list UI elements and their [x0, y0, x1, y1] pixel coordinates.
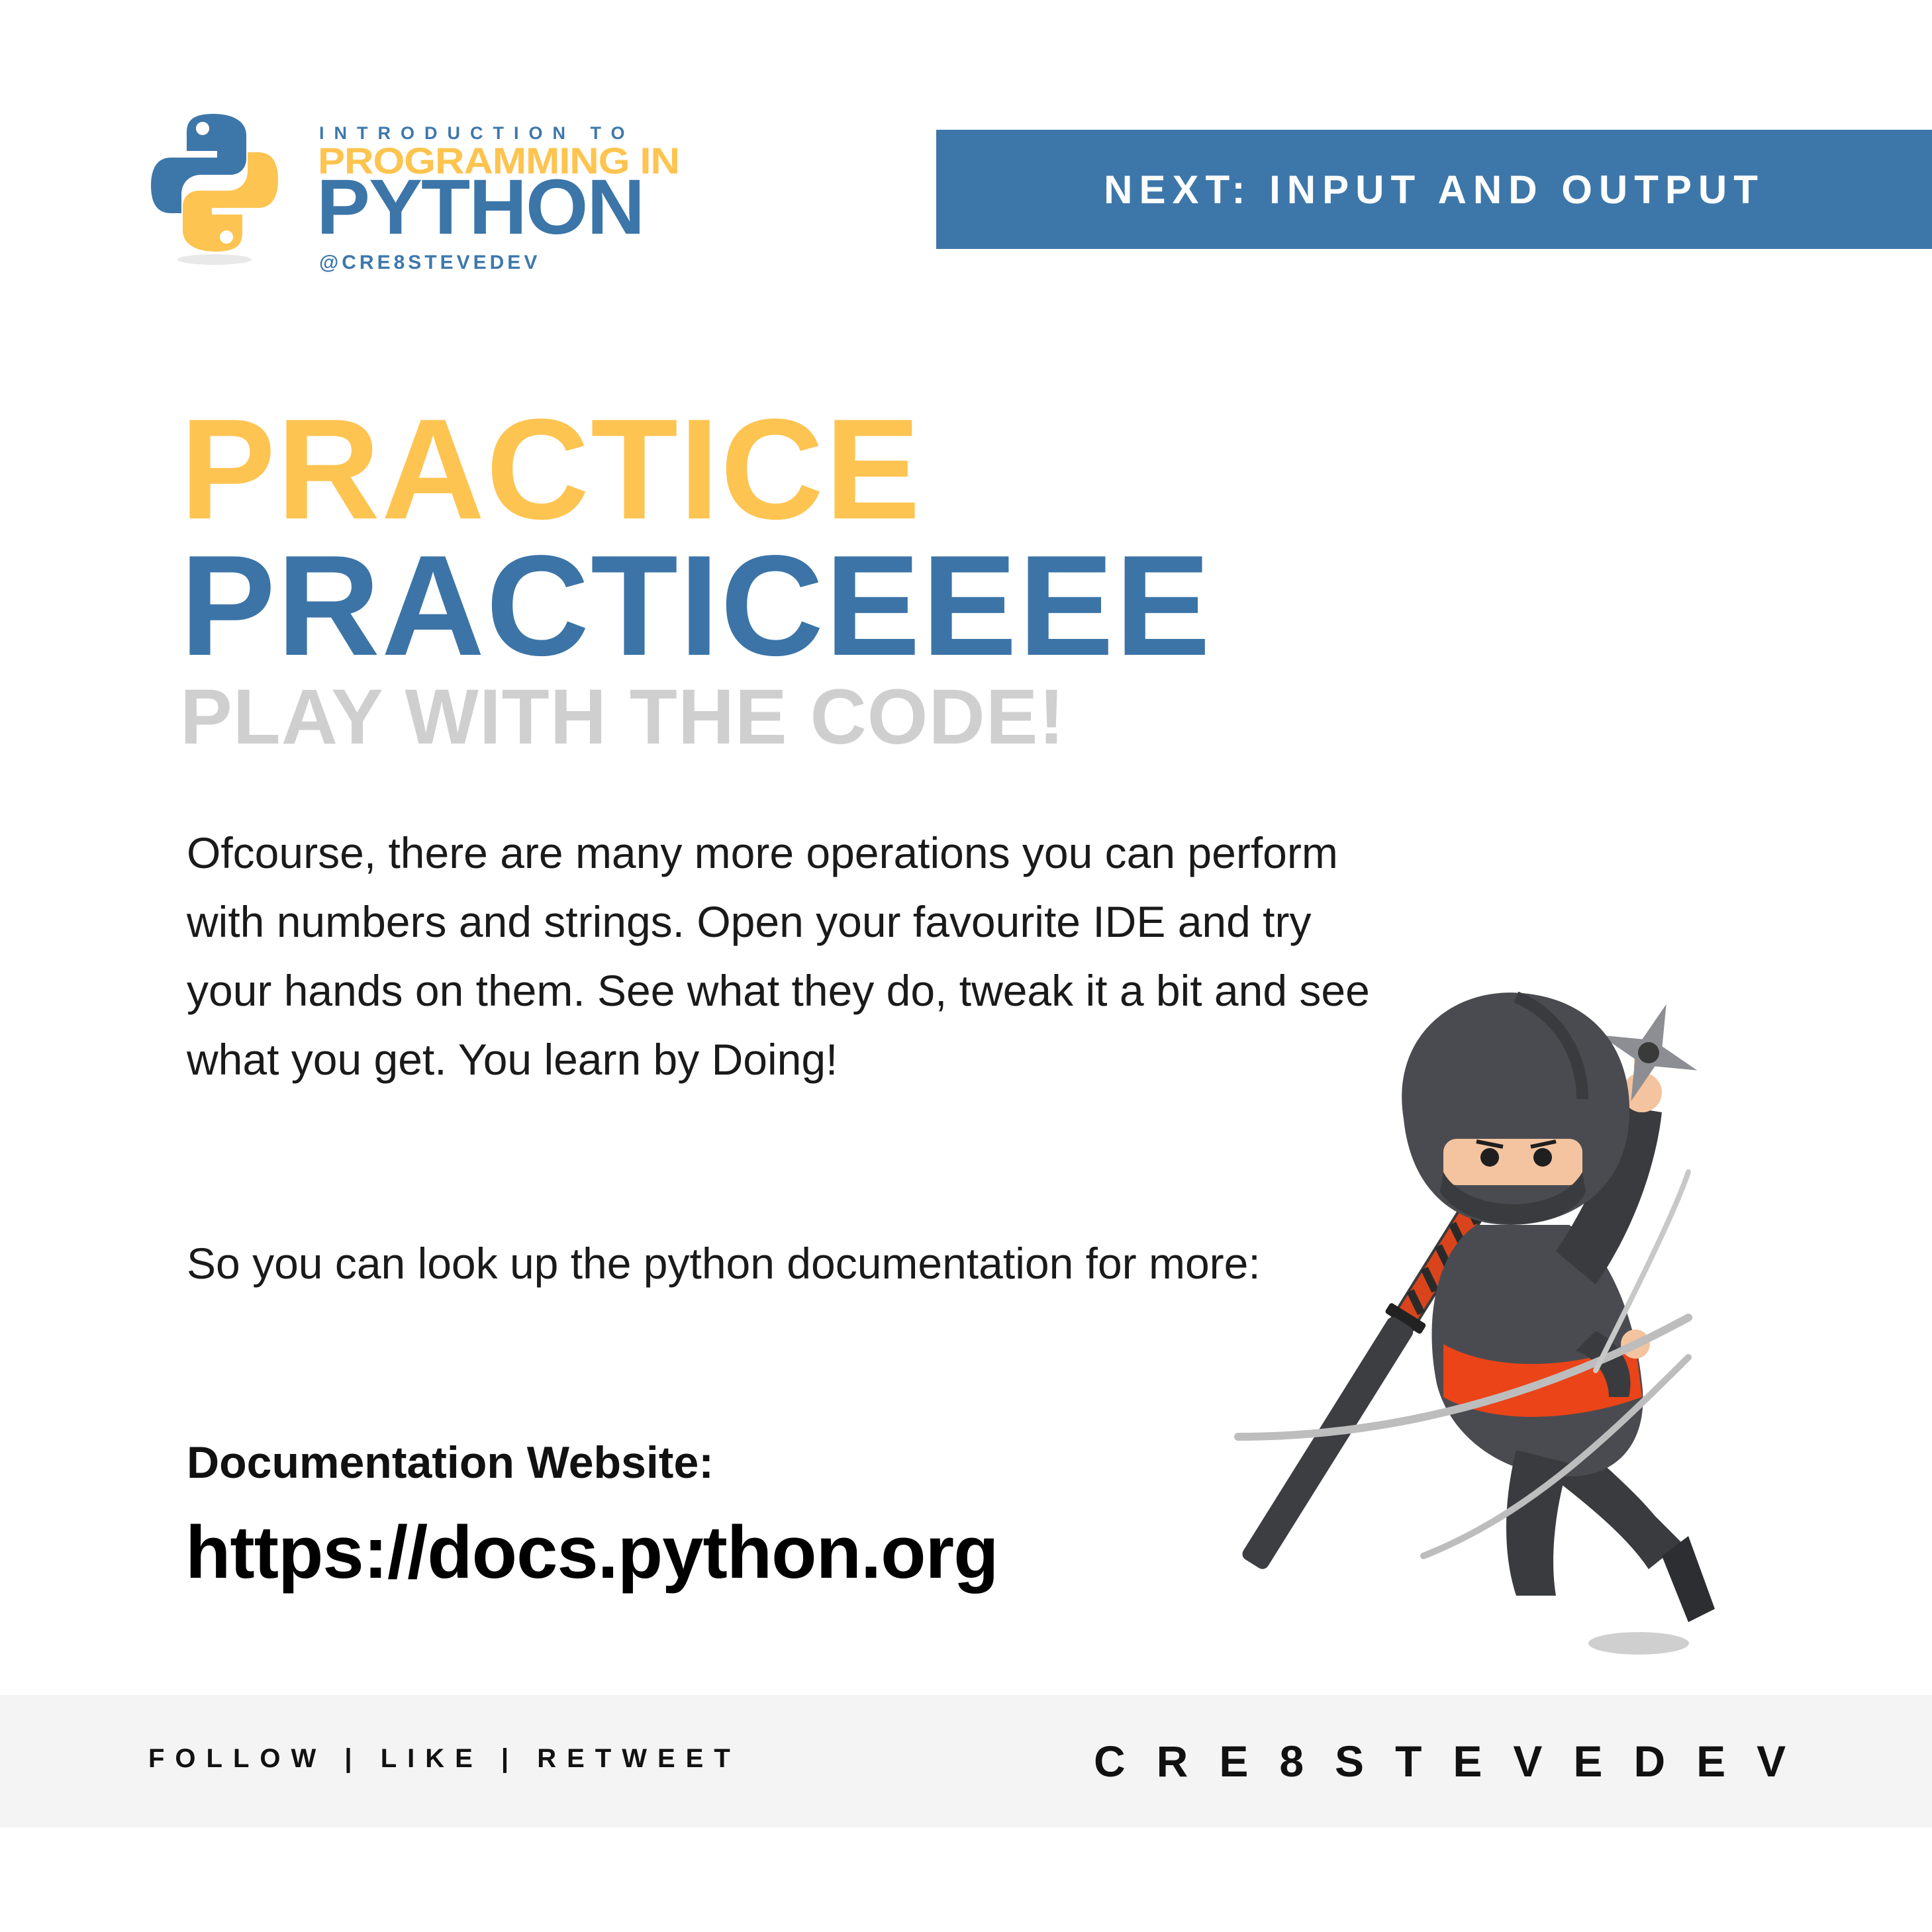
body-paragraph-1: Ofcourse, there are many more operations… — [187, 828, 1370, 1084]
footer-brand: CRE8STEVEDEV — [1094, 1737, 1817, 1786]
body-paragraph-2: So you can look up the python documentat… — [187, 1239, 1261, 1288]
footer-call-to-action: FOLLOW | LIKE | RETWEET — [148, 1744, 741, 1773]
next-topic-label: NEXT: INPUT AND OUTPUT — [1104, 167, 1764, 212]
series-title: PYTHON — [316, 164, 645, 251]
documentation-label: Documentation Website: — [187, 1437, 714, 1488]
series-handle: @CRE8STEVEDEV — [319, 252, 541, 273]
headline-line-2: PRACTICEEEE — [180, 525, 1212, 685]
python-logo-icon — [151, 114, 278, 265]
ninja-illustration — [1234, 991, 1715, 1655]
next-topic-banner: NEXT: INPUT AND OUTPUT — [936, 130, 1932, 249]
documentation-link[interactable]: https://docs.python.org — [185, 1510, 999, 1595]
headline-line-1: PRACTICE — [180, 389, 922, 549]
headline-subtitle: PLAY WITH THE CODE! — [180, 673, 1065, 761]
